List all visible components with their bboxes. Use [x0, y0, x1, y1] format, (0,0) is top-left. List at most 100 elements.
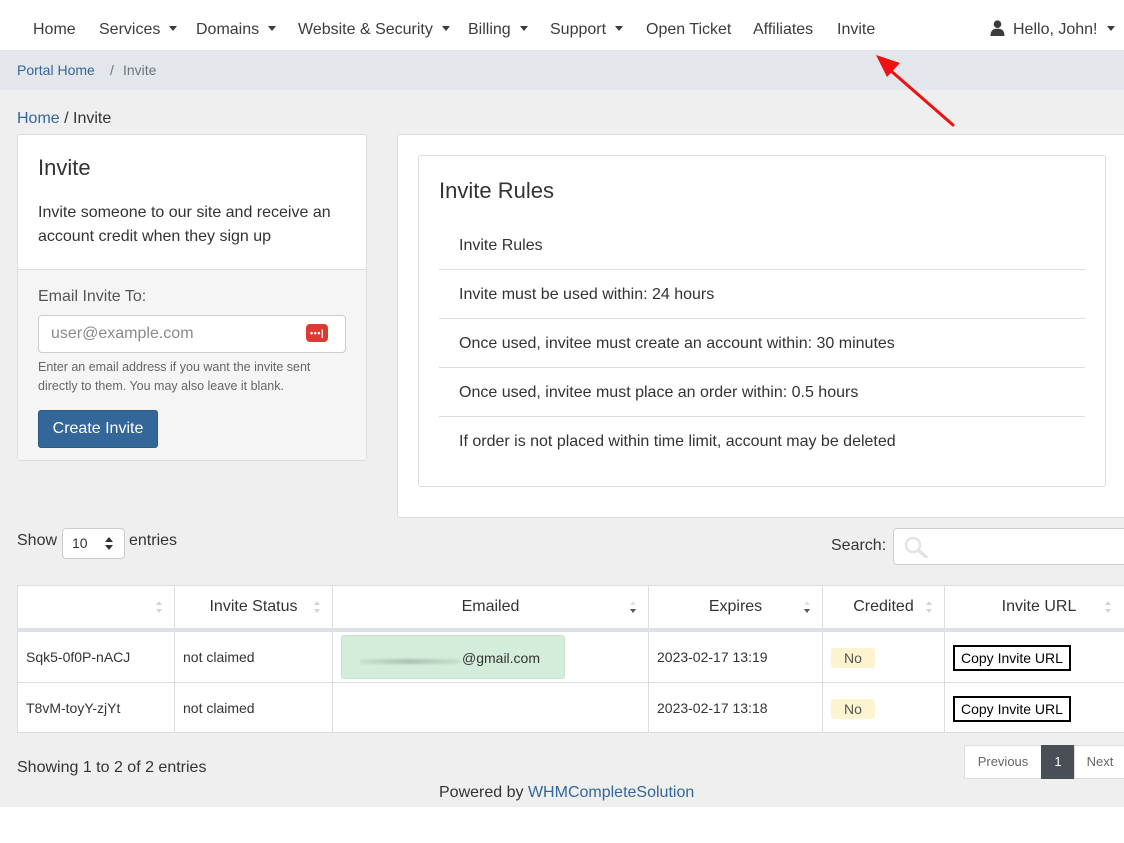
invite-card-title: Invite	[38, 155, 91, 180]
page-length-value: 10	[72, 535, 88, 551]
cell-invite-url: Copy Invite URL	[945, 683, 1124, 733]
cell-invite-code: T8vM-toyY-zjYt	[18, 683, 175, 733]
nav-open-ticket-label: Open Ticket	[646, 21, 732, 38]
rule-item: If order is not placed within time limit…	[459, 433, 896, 450]
column-header-invite-url-label: Invite URL	[1001, 598, 1077, 615]
search-input[interactable]	[893, 528, 1124, 565]
nav-website-security[interactable]: Website & Security	[298, 0, 450, 50]
sort-icon	[156, 601, 162, 613]
breadcrumb-separator: /	[110, 62, 114, 78]
email-highlight: @gmail.com	[341, 635, 565, 679]
create-invite-button[interactable]: Create Invite	[38, 410, 158, 448]
invite-form: Email Invite To: •••| Enter an email add…	[18, 269, 366, 460]
rule-item: Invite must be used within: 24 hours	[439, 270, 1085, 319]
email-invite-input[interactable]	[38, 315, 346, 353]
column-header-expires-label: Expires	[708, 598, 763, 615]
caret-down-icon	[615, 26, 624, 31]
cell-invite-code: Sqk5-0f0P-nACJ	[18, 632, 175, 682]
nav-support-label: Support	[550, 21, 607, 38]
nav-invite-label: Invite	[837, 21, 876, 38]
pagination-previous[interactable]: Previous	[964, 745, 1042, 779]
invite-rules-card: Invite Rules Invite Rules Invite must be…	[418, 155, 1106, 487]
nav-invite[interactable]: Invite	[837, 0, 875, 50]
copy-invite-url-button[interactable]: Copy Invite URL	[953, 645, 1071, 672]
nav-website-security-label: Website & Security	[298, 21, 433, 38]
sort-icon	[1105, 601, 1111, 613]
nav-domains[interactable]: Domains	[196, 0, 277, 50]
breadcrumb-current: Invite	[123, 62, 157, 78]
sort-icon	[314, 601, 320, 613]
rule-item: Once used, invitee must create an accoun…	[439, 319, 1085, 368]
caret-down-icon	[268, 26, 277, 31]
emailed-address-domain: @gmail.com	[462, 650, 541, 666]
annotation-arrow-icon	[876, 55, 955, 127]
page-breadcrumb: Home / Invite	[17, 110, 111, 128]
nav-services-label: Services	[99, 21, 161, 38]
nav-billing-label: Billing	[468, 21, 511, 38]
email-help-text: Enter an email address if you want the i…	[38, 360, 311, 393]
column-header-invite-status[interactable]: Invite Status	[175, 586, 333, 628]
cell-expires: 2023-02-17 13:19	[649, 632, 823, 682]
entries-label: entries	[129, 532, 178, 549]
sort-desc-icon	[630, 601, 636, 613]
cell-emailed	[333, 683, 649, 733]
pagination-next[interactable]: Next	[1074, 745, 1124, 779]
powered-by-link[interactable]: WHMCompleteSolution	[528, 784, 694, 801]
sort-desc-icon	[804, 601, 810, 613]
invite-rules-title: Invite Rules	[439, 178, 554, 203]
page-length-select[interactable]: 10	[62, 528, 125, 559]
select-arrows-icon	[105, 537, 113, 550]
cell-credited: No	[823, 683, 945, 733]
powered-by-text: Powered by	[439, 784, 524, 801]
nav-open-ticket[interactable]: Open Ticket	[646, 0, 731, 50]
pagination-page-1[interactable]: 1	[1041, 745, 1075, 779]
nav-affiliates[interactable]: Affiliates	[753, 0, 813, 50]
rules-panel: Invite Rules Invite Rules Invite must be…	[397, 134, 1124, 518]
breadcrumb-portal-home[interactable]: Portal Home	[17, 50, 95, 90]
credited-badge: No	[831, 648, 875, 669]
footer-powered-by: Powered by WHMCompleteSolution	[439, 784, 694, 802]
show-label: Show	[17, 532, 58, 549]
caret-down-icon	[441, 26, 450, 31]
credited-badge: No	[831, 699, 875, 720]
cell-expires: 2023-02-17 13:18	[649, 683, 823, 733]
table-info: Showing 1 to 2 of 2 entries	[17, 759, 207, 776]
nav-support[interactable]: Support	[550, 0, 624, 50]
nav-affiliates-label: Affiliates	[753, 21, 814, 38]
email-invite-label: Email Invite To:	[38, 288, 147, 305]
invite-card: Invite Invite someone to our site and re…	[17, 134, 367, 461]
rule-item: Invite Rules	[439, 221, 1085, 270]
column-header-invite-status-label: Invite Status	[209, 598, 298, 615]
caret-down-icon	[1106, 26, 1115, 31]
top-navbar: Home Services Domains Website & Security…	[0, 0, 1124, 50]
cell-credited: No	[823, 632, 945, 682]
invite-card-description: Invite someone to our site and receive a…	[38, 204, 331, 245]
nav-home[interactable]: Home	[33, 0, 76, 50]
invites-table: Invite Status Emailed Expires Credited I…	[17, 585, 1124, 733]
nav-home-label: Home	[33, 21, 76, 38]
column-header-emailed-label: Emailed	[461, 598, 520, 615]
cell-invite-url: Copy Invite URL	[945, 632, 1124, 682]
nav-services[interactable]: Services	[99, 0, 178, 50]
column-header-invite-url[interactable]: Invite URL	[945, 586, 1124, 628]
column-header-expires[interactable]: Expires	[649, 586, 823, 628]
user-menu[interactable]: Hello, John!	[990, 0, 1115, 50]
sort-icon	[926, 601, 932, 613]
rule-item: Once used, invitee must place an order w…	[439, 368, 1085, 417]
cell-emailed: @gmail.com	[333, 632, 649, 682]
column-header-emailed[interactable]: Emailed	[333, 586, 649, 628]
column-header-credited[interactable]: Credited	[823, 586, 945, 628]
cell-invite-status: not claimed	[175, 683, 333, 733]
search-icon	[904, 536, 928, 558]
page-breadcrumb-home[interactable]: Home	[17, 110, 60, 127]
caret-down-icon	[169, 26, 178, 31]
user-greeting: Hello, John!	[1013, 21, 1098, 38]
nav-billing[interactable]: Billing	[468, 0, 528, 50]
caret-down-icon	[519, 26, 528, 31]
column-header-code[interactable]	[18, 586, 175, 628]
cell-invite-status: not claimed	[175, 632, 333, 682]
copy-invite-url-button[interactable]: Copy Invite URL	[953, 696, 1071, 723]
column-header-credited-label: Credited	[853, 598, 914, 615]
password-manager-icon[interactable]: •••|	[306, 324, 328, 342]
page-breadcrumb-current: / Invite	[64, 110, 112, 127]
